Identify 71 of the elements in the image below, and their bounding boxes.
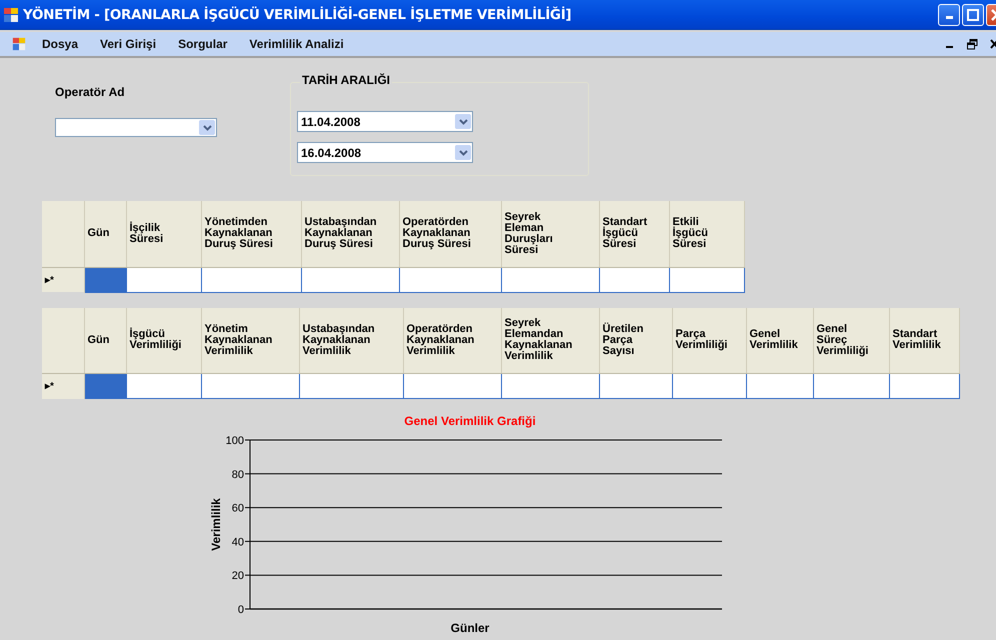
- table-cell[interactable]: [403, 374, 501, 398]
- operator-label: Operatör Ad: [55, 85, 126, 99]
- group-title: TARİH ARALIĞI: [300, 73, 392, 87]
- menu-item[interactable]: Dosya: [42, 37, 78, 51]
- column-header[interactable]: Genel Süreç Verimliliği: [813, 308, 889, 374]
- menu-item[interactable]: Verimlilik Analizi: [249, 37, 344, 51]
- minimize-button[interactable]: [938, 4, 960, 26]
- y-tick-label: 100: [226, 435, 244, 447]
- column-header[interactable]: Seyrek Eleman Duruşları Süresi: [501, 201, 599, 267]
- column-header[interactable]: Gün: [84, 201, 126, 267]
- menu-item[interactable]: Sorgular: [178, 37, 228, 51]
- start-date-picker[interactable]: 11.04.2008: [297, 111, 473, 132]
- y-tick-label: 60: [232, 502, 244, 515]
- app-window-icon: [3, 6, 19, 22]
- table-cell[interactable]: [201, 374, 299, 398]
- column-header[interactable]: Genel Verimlilik: [746, 308, 813, 374]
- row-header-corner: [42, 308, 84, 374]
- table-cell[interactable]: [889, 374, 959, 398]
- chevron-down-icon: [202, 124, 212, 130]
- column-header[interactable]: İşçilik Süresi: [126, 201, 201, 267]
- chevron-down-icon: [458, 118, 468, 124]
- restore-icon[interactable]: [967, 38, 978, 50]
- column-header[interactable]: Gün: [84, 308, 126, 374]
- column-header[interactable]: Operatörden Kaynaklanan Verimlilik: [403, 308, 501, 374]
- minimize-icon: [946, 16, 952, 19]
- table-cell[interactable]: [501, 267, 599, 292]
- table-cell[interactable]: [301, 267, 399, 292]
- column-header[interactable]: İşgücü Verimliliği: [126, 308, 201, 374]
- row-header[interactable]: ▸*: [42, 374, 84, 398]
- table-cell[interactable]: [299, 374, 403, 398]
- row-header[interactable]: ▸*: [42, 267, 84, 292]
- column-header[interactable]: Yönetim Kaynaklanan Verimlilik: [201, 308, 299, 374]
- chevron-down-icon: [458, 150, 468, 156]
- table-cell[interactable]: [672, 374, 746, 398]
- table-cell[interactable]: [599, 374, 672, 398]
- column-header[interactable]: Standart Verimlilik: [889, 308, 959, 374]
- table-cell[interactable]: [501, 374, 599, 398]
- y-axis-label: Verimlilik: [209, 498, 223, 551]
- y-tick-label: 0: [238, 604, 244, 616]
- column-header[interactable]: Parça Verimliliği: [672, 308, 746, 374]
- window-title: YÖNETİM - [ORANLARLA İŞGÜCÜ VERİMLİLİĞİ-GENEL İŞLETME VERİMLİLİĞİ]: [23, 6, 572, 22]
- column-header[interactable]: Etkili İşgücü Süresi: [669, 201, 744, 267]
- column-header[interactable]: Ustabaşından Kaynaklanan Duruş Süresi: [301, 201, 399, 267]
- menu-item[interactable]: Veri Girişi: [100, 37, 156, 51]
- document-icon[interactable]: [12, 37, 26, 51]
- column-header[interactable]: Yönetimden Kaynaklanan Duruş Süresi: [201, 201, 301, 267]
- y-tick-label: 20: [232, 570, 244, 582]
- column-header[interactable]: Standart İşgücü Süresi: [599, 201, 669, 267]
- column-header[interactable]: Üretilen Parça Sayısı: [599, 308, 672, 374]
- table-cell[interactable]: [669, 267, 744, 292]
- column-header[interactable]: Operatörden Kaynaklanan Duruş Süresi: [399, 201, 501, 267]
- column-header[interactable]: Ustabaşından Kaynaklanan Verimlilik: [299, 308, 403, 374]
- table-cell[interactable]: [126, 374, 201, 398]
- table-cell[interactable]: [201, 267, 301, 292]
- operator-dropdown[interactable]: [55, 118, 217, 137]
- table-cell[interactable]: [126, 267, 201, 292]
- maximize-button[interactable]: [962, 4, 984, 26]
- row-header-corner: [42, 201, 84, 267]
- table-cell[interactable]: [84, 267, 126, 292]
- end-date-picker[interactable]: 16.04.2008: [297, 142, 473, 163]
- column-header[interactable]: Seyrek Elemandan Kaynaklanan Verimlilik: [501, 308, 599, 374]
- y-tick-label: 80: [232, 468, 244, 481]
- table-cell[interactable]: [599, 267, 669, 292]
- table-cell[interactable]: [746, 374, 813, 398]
- x-axis-label: Günler: [450, 621, 490, 634]
- maximize-icon: [967, 8, 979, 20]
- table-cell[interactable]: [399, 267, 501, 292]
- chart-title: Genel Verimlilik Grafiği: [404, 414, 536, 428]
- table-cell[interactable]: [84, 374, 126, 398]
- y-tick-label: 40: [232, 536, 244, 548]
- table-cell[interactable]: [813, 374, 889, 398]
